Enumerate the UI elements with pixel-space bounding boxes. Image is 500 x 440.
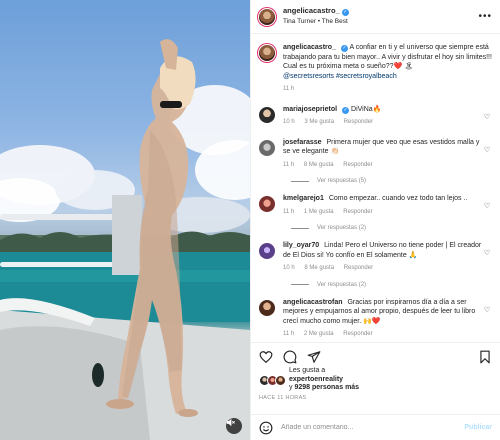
reply-button[interactable]: Responder	[343, 162, 372, 168]
caption-tags[interactable]: @secretsresorts #secretsroyalbeach	[283, 72, 492, 82]
comments-list[interactable]: angelicacastro_ ✓ A confiar en ti y el un…	[251, 35, 500, 340]
post-timestamp: HACE 11 HORAS	[259, 395, 307, 401]
caption-avatar[interactable]	[259, 45, 275, 61]
commenter-username[interactable]: josefarasse	[283, 139, 322, 146]
heart-icon[interactable]	[259, 350, 273, 364]
comment-item: kmelgarejo1 Como empezar.. cuando vez to…	[259, 194, 492, 217]
view-replies-button[interactable]: Ver respuestas (2)	[291, 225, 492, 231]
likes-more[interactable]: más	[345, 384, 359, 391]
comment-input[interactable]	[281, 424, 465, 431]
comment-icon[interactable]	[283, 350, 297, 364]
post-actions: Les gusta a expertoenreality y 9298 pers…	[251, 342, 500, 401]
comment-time: 11 h	[283, 208, 295, 215]
mute-icon[interactable]	[226, 418, 242, 434]
commenter-username[interactable]: angelicacastrofan	[283, 299, 343, 306]
comment-time: 11 h	[283, 331, 295, 337]
commenter-avatar[interactable]	[259, 243, 275, 259]
post-photo[interactable]	[0, 0, 250, 440]
comment-item: lily_oyar70 Linda! Pero el Universo no t…	[259, 241, 492, 274]
verified-badge-icon: ✓	[342, 106, 350, 114]
likes-conjunction: y	[289, 384, 293, 392]
comment-heart-icon[interactable]: ♡	[482, 202, 492, 210]
likes-summary: Les gusta a expertoenreality y 9298 pers…	[259, 367, 492, 392]
audio-track[interactable]: Tina Turner • The Best	[283, 17, 478, 27]
likes-label: Les gusta a	[289, 367, 326, 375]
comment-heart-icon[interactable]: ♡	[482, 113, 492, 121]
more-options-icon[interactable]: •••	[478, 11, 492, 22]
post-header: angelicacastro_ ✓ Tina Turner • The Best …	[251, 0, 500, 34]
comment-likes[interactable]: 2 Me gusta	[304, 331, 334, 337]
comment-likes[interactable]: 3 Me gusta	[304, 119, 334, 125]
author-avatar[interactable]	[259, 8, 275, 25]
reply-button[interactable]: Responder	[343, 209, 372, 215]
caption-username[interactable]: angelicacastro_	[283, 44, 336, 51]
commenter-avatar[interactable]	[259, 106, 275, 123]
comment-time: 11 h	[283, 161, 295, 168]
likes-count[interactable]: 9298 personas	[294, 384, 343, 391]
comment-likes[interactable]: 8 Me gusta	[304, 162, 334, 168]
comment-text: DiViNa🔥	[351, 105, 382, 113]
comment-item: angelicacastrofan Gracias por inspirarno…	[259, 298, 492, 340]
verified-badge-icon: ✓	[340, 45, 348, 52]
view-replies-button[interactable]: Ver respuestas (5)	[291, 178, 492, 184]
comment-item: mariajoseprietol ✓ DiViNa🔥 10 h 3 Me gust…	[259, 105, 492, 128]
comment-time: 10 h	[283, 119, 295, 125]
caption-time: 11 h	[283, 86, 295, 92]
commenter-avatar[interactable]	[259, 196, 275, 212]
commenter-username[interactable]: mariajoseprietol	[283, 106, 337, 113]
emoji-icon[interactable]	[259, 421, 273, 435]
publish-button[interactable]: Publicar	[464, 424, 492, 431]
author-username[interactable]: angelicacastro_	[283, 6, 340, 15]
comment-heart-icon[interactable]: ♡	[482, 249, 492, 257]
comment-item: josefarasse Primera mujer que veo que es…	[259, 138, 492, 171]
commenter-avatar[interactable]	[259, 299, 275, 316]
comment-heart-icon[interactable]: ♡	[482, 306, 492, 314]
liker-username[interactable]: expertoenreality	[289, 376, 343, 383]
share-icon[interactable]	[307, 350, 321, 364]
commenter-avatar[interactable]	[259, 139, 275, 156]
caption: angelicacastro_ ✓ A confiar en ti y el un…	[259, 43, 492, 95]
commenter-username[interactable]: lily_oyar70	[283, 242, 319, 249]
photo-scene	[0, 39, 250, 440]
bookmark-icon[interactable]	[478, 350, 492, 364]
reply-button[interactable]: Responder	[344, 119, 373, 125]
post-side-panel: angelicacastro_ ✓ Tina Turner • The Best …	[250, 0, 500, 440]
reply-button[interactable]: Responder	[343, 331, 372, 337]
view-replies-button[interactable]: Ver respuestas (2)	[291, 282, 492, 288]
commenter-username[interactable]: kmelgarejo1	[283, 195, 324, 202]
comment-likes[interactable]: 8 Me gusta	[304, 265, 334, 271]
comment-heart-icon[interactable]: ♡	[482, 146, 492, 154]
reply-button[interactable]: Responder	[344, 265, 373, 271]
comment-time: 10 h	[283, 265, 295, 271]
comment-likes[interactable]: 1 Me gusta	[304, 209, 334, 215]
likers-avatars[interactable]	[259, 374, 286, 386]
comment-text: Como empezar.. cuando vez todo tan lejos…	[328, 195, 468, 202]
verified-badge-icon: ✓	[341, 9, 349, 16]
add-comment-bar: Publicar	[251, 414, 500, 440]
